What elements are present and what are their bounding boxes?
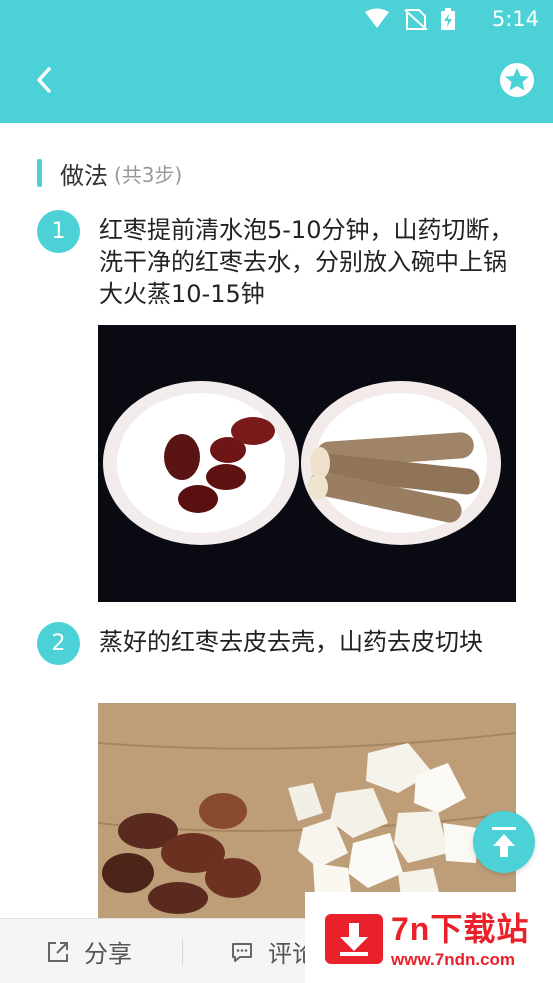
comment-icon [232, 942, 252, 962]
step-2-photo[interactable] [98, 703, 516, 918]
step-number-badge: 1 [37, 210, 80, 253]
battery-charging-icon [441, 8, 455, 30]
watermark-title: 7n下载站 [391, 911, 530, 947]
step-description: 红枣提前清水泡5-10分钟，山药切断，洗干净的红枣去水，分别放入碗中上锅大火蒸1… [99, 216, 514, 308]
section-title: 做法 (共3步) [37, 157, 183, 190]
share-button[interactable]: 分享 [46, 919, 132, 983]
step-number-badge: 2 [37, 622, 80, 665]
step-description: 蒸好的红枣去皮去壳，山药去皮切块 [99, 628, 483, 656]
step-photo-image [98, 703, 516, 918]
section-label: 做法 [60, 161, 108, 190]
step-photo-image [98, 325, 516, 602]
no-sim-icon [404, 9, 428, 30]
arrow-up-to-top-icon [492, 827, 516, 857]
section-accent-bar [37, 159, 42, 187]
status-time: 5:14 [491, 7, 539, 31]
back-button[interactable] [22, 58, 66, 102]
status-icons [365, 8, 455, 30]
step-1-photo[interactable] [98, 325, 516, 602]
download-icon [325, 914, 383, 964]
bottom-divider [182, 939, 183, 965]
step-count: (共3步) [114, 162, 183, 187]
watermark-url: www.7ndn.com [391, 950, 516, 969]
top-app-bar: 5:14 [0, 0, 553, 123]
watermark-badge: 7n下载站 www.7ndn.com [305, 892, 553, 983]
wifi-icon [365, 8, 389, 28]
share-icon [48, 941, 68, 962]
star-icon [500, 63, 534, 97]
favorite-button[interactable] [495, 58, 539, 102]
share-label: 分享 [84, 940, 132, 968]
comment-button[interactable]: 评论 [230, 919, 316, 983]
status-bar: 5:14 [0, 0, 553, 38]
scroll-to-top-button[interactable] [473, 811, 535, 873]
chevron-left-icon [37, 67, 51, 93]
